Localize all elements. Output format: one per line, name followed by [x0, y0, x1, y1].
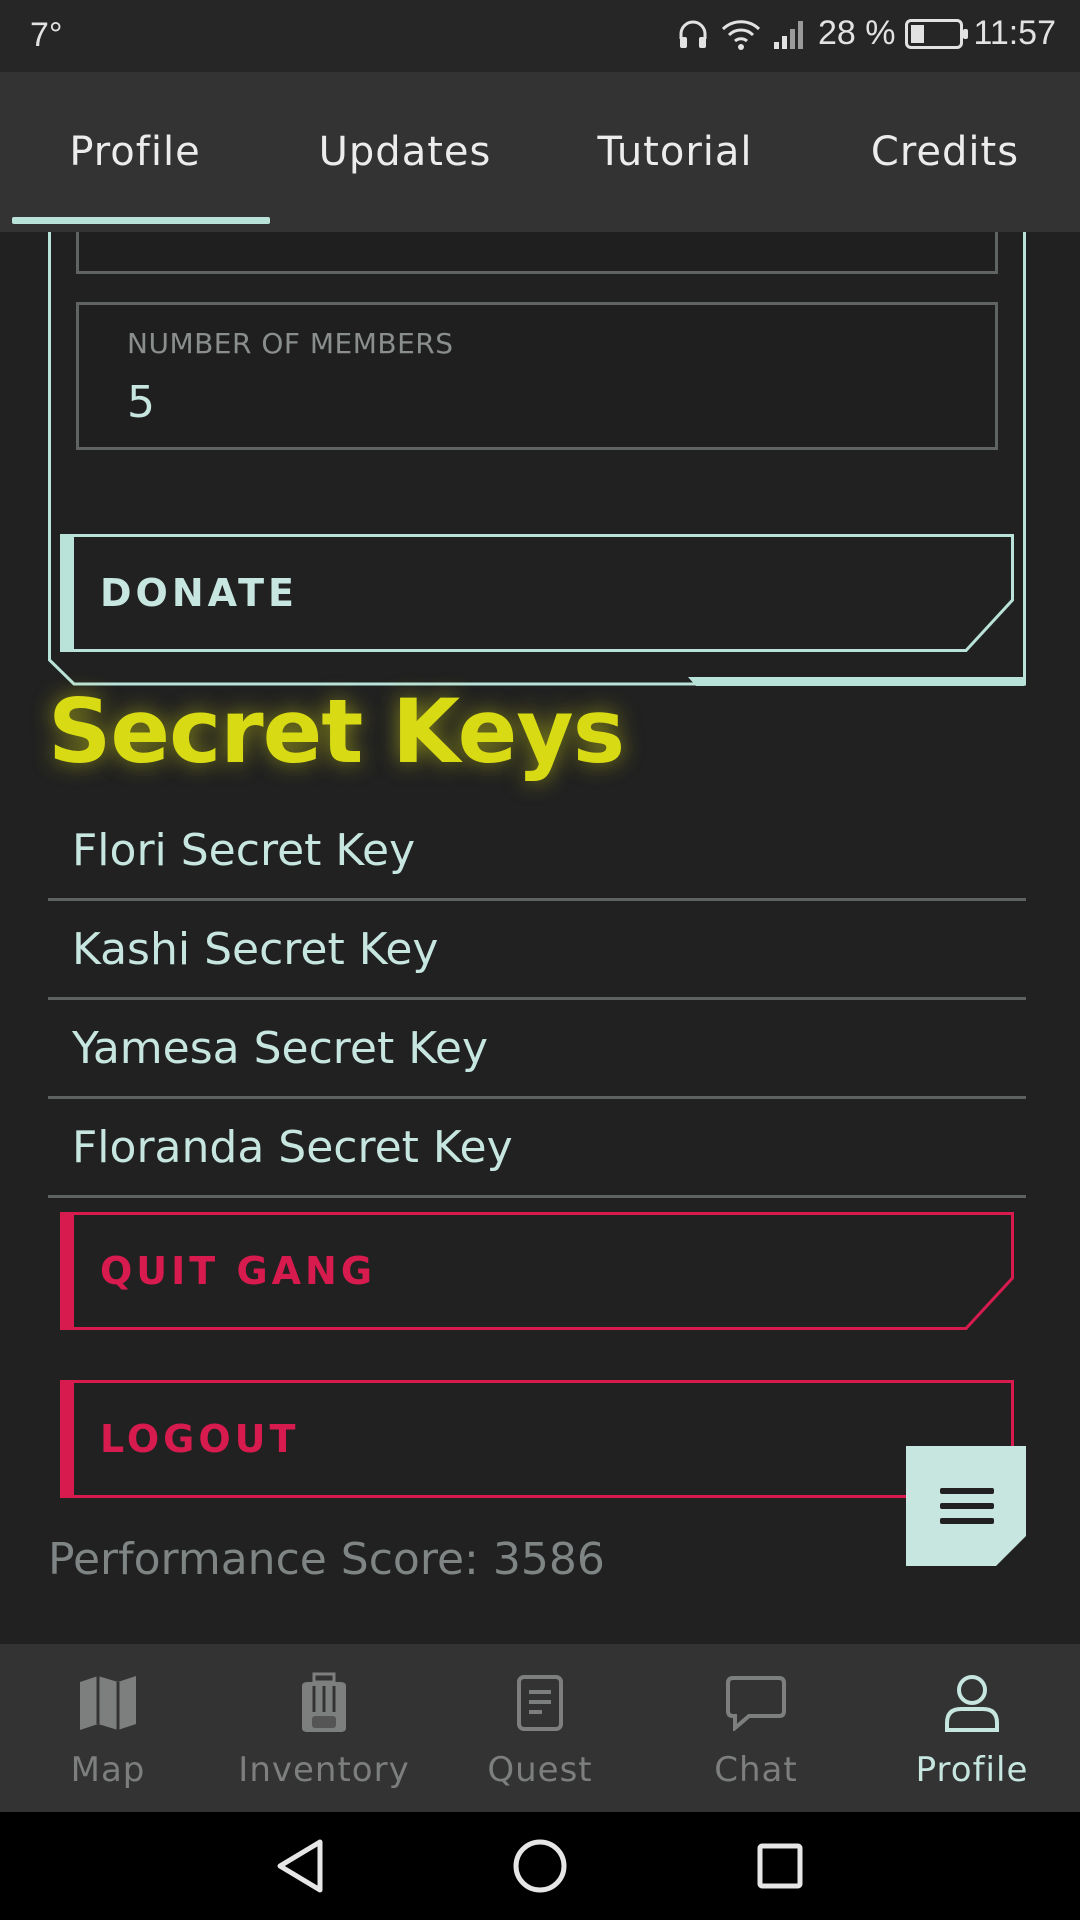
members-label: NUMBER OF MEMBERS	[127, 327, 454, 360]
nav-label: Chat	[714, 1750, 798, 1790]
profile-content[interactable]: AMO NUMBER OF MEMBERS 5 DONATE Secret Ke…	[0, 232, 1080, 1644]
recents-square-icon[interactable]	[750, 1836, 810, 1896]
list-item[interactable]: Yamesa Secret Key	[48, 1000, 1026, 1099]
nav-profile[interactable]: Profile	[864, 1644, 1080, 1812]
active-tab-indicator	[12, 217, 270, 224]
nav-quest[interactable]: Quest	[432, 1644, 648, 1812]
quit-gang-label: QUIT GANG	[100, 1249, 377, 1293]
app-root: 7° 28 % 11:57 Profile Updates Tutorial C…	[0, 0, 1080, 1920]
battery-icon	[905, 18, 969, 49]
battery-percent: 28 %	[817, 14, 896, 52]
document-icon	[516, 1668, 564, 1738]
secret-keys-title: Secret Keys	[48, 680, 625, 783]
battery-level	[911, 24, 925, 43]
tab-credits[interactable]: Credits	[810, 72, 1080, 232]
nav-chat[interactable]: Chat	[648, 1644, 864, 1812]
menu-fab-button[interactable]	[906, 1446, 1026, 1566]
members-value: 5	[127, 377, 155, 428]
list-item[interactable]: Floranda Secret Key	[48, 1099, 1026, 1198]
tab-label: Tutorial	[597, 129, 753, 175]
bottom-nav-bar: Map Inventory Quest Chat Profile	[0, 1644, 1080, 1812]
nav-label: Quest	[487, 1750, 593, 1790]
map-icon	[78, 1668, 138, 1738]
headphones-icon	[676, 17, 710, 51]
key-label: Floranda Secret Key	[72, 1121, 513, 1173]
quit-gang-button[interactable]: QUIT GANG	[60, 1212, 1014, 1330]
donate-label: DONATE	[100, 571, 298, 615]
gang-name-field: AMO	[76, 232, 998, 274]
chat-bubble-icon	[725, 1668, 787, 1738]
nav-label: Inventory	[238, 1750, 410, 1790]
home-circle-icon[interactable]	[510, 1836, 570, 1896]
tab-profile[interactable]: Profile	[0, 72, 270, 232]
temperature-readout: 7°	[30, 16, 63, 54]
list-item[interactable]: Flori Secret Key	[48, 802, 1026, 901]
clock: 11:57	[973, 14, 1056, 52]
donate-button[interactable]: DONATE	[60, 534, 1014, 652]
tab-label: Credits	[870, 129, 1020, 175]
members-field: NUMBER OF MEMBERS 5	[76, 302, 998, 450]
tab-updates[interactable]: Updates	[270, 72, 540, 232]
status-bar: 7° 28 % 11:57	[0, 0, 1080, 72]
tab-tutorial[interactable]: Tutorial	[540, 72, 810, 232]
nav-label: Map	[70, 1750, 146, 1790]
key-label: Kashi Secret Key	[72, 923, 439, 975]
performance-score: Performance Score: 3586	[48, 1534, 605, 1585]
signal-icon	[772, 18, 808, 50]
key-label: Yamesa Secret Key	[72, 1022, 488, 1074]
nav-label: Profile	[915, 1750, 1029, 1790]
list-item[interactable]: Kashi Secret Key	[48, 901, 1026, 1000]
secret-keys-list: Flori Secret Key Kashi Secret Key Yamesa…	[48, 802, 1026, 1198]
wifi-icon	[720, 17, 762, 51]
logout-label: LOGOUT	[100, 1417, 300, 1461]
system-nav-bar	[0, 1812, 1080, 1920]
backpack-icon	[296, 1668, 352, 1738]
tab-label: Updates	[318, 129, 492, 175]
nav-inventory[interactable]: Inventory	[216, 1644, 432, 1812]
key-label: Flori Secret Key	[72, 824, 416, 876]
logout-button[interactable]: LOGOUT	[60, 1380, 1014, 1498]
tab-label: Profile	[69, 129, 201, 175]
back-triangle-icon[interactable]	[270, 1836, 330, 1896]
person-icon	[943, 1668, 1001, 1738]
top-tab-bar: Profile Updates Tutorial Credits	[0, 72, 1080, 232]
status-icons: 28 % 11:57	[676, 14, 1056, 53]
gang-name-value: AMO	[127, 232, 230, 242]
nav-map[interactable]: Map	[0, 1644, 216, 1812]
hamburger-menu-icon	[906, 1446, 1026, 1566]
